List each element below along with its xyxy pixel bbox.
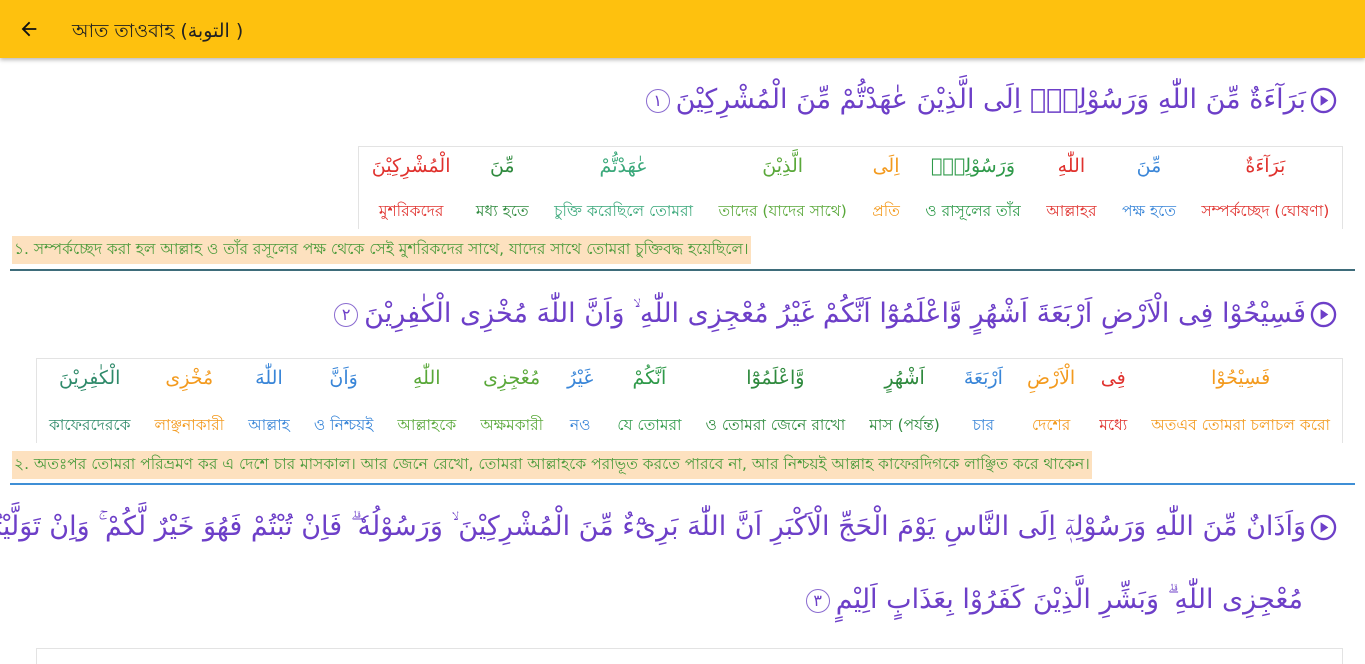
word-item[interactable]: اِلَى প্রতি	[860, 147, 913, 229]
word-item[interactable]: الْمُشْرِكِيْنَ মুশরিকদের	[359, 147, 463, 229]
word-arabic: مِّنَ	[489, 155, 515, 177]
word-arabic: وَّاعْلَمُوْٓا	[746, 367, 805, 389]
app-bar: আত তাওবাহ (التوبة )	[0, 0, 1365, 58]
word-meaning: ও তোমরা জেনে রাখো	[705, 416, 846, 434]
play-circle-icon	[1310, 87, 1337, 114]
word-arabic: الَّذِيْنَ	[762, 155, 804, 177]
word-item[interactable]: فِى মধ্যে	[1087, 359, 1139, 443]
word-arabic: اَنَّكُمْ	[632, 367, 667, 389]
word-meaning: মুশরিকদের	[378, 202, 444, 220]
word-meaning: তাদের (যাদের সাথে)	[718, 202, 847, 220]
word-arabic: بَرَآءَةٌ	[1245, 155, 1286, 177]
word-item[interactable]: مُخْزِى লাঞ্ছনাকারী	[142, 359, 236, 443]
word-item[interactable]: اللّٰهَ আল্লাহ	[236, 359, 302, 443]
ayah-3-arabic-row-1: وَاَذَانٌ مِّنَ اللّٰهِ وَرَسُوْلِهٖٓ اِ…	[0, 511, 1337, 543]
word-item[interactable]: وَرَسُوْلِهٖٓ ও রাসূলের তাঁর	[913, 147, 1034, 229]
ayah-3-number: ٣	[805, 588, 830, 613]
ayah-1-text: بَرَآءَةٌ مِّنَ اللّٰهِ وَرَسُوْلِهٖٓ اِ…	[675, 84, 1306, 115]
word-item[interactable]: غَيْرُ নও	[555, 359, 605, 443]
word-meaning: অতএব তোমরা চলাচল করো	[1151, 416, 1330, 434]
ayah-2-word-by-word: فَسِيْحُوْا অতএব তোমরা চলাচল করো فِى মধ্যে ا…	[36, 358, 1343, 443]
word-item[interactable]: بَرَآءَةٌ সম্পর্কচ্ছেদ (ঘোষণা)	[1189, 147, 1342, 229]
word-arabic: مُعْجِزِى	[483, 367, 541, 389]
word-meaning: আল্লাহকে	[397, 416, 457, 434]
word-meaning: মধ্যে	[1099, 416, 1128, 434]
ayah-2-translation: ২. অতঃপর তোমরা পরিভ্রমণ কর এ দেশে চার মা…	[12, 451, 1092, 479]
ayah-1-translation: ১. সম্পর্কচ্ছেদ করা হল আল্লাহ ও তাঁর রসূ…	[12, 236, 751, 264]
word-arabic: مِّنَ	[1136, 155, 1162, 177]
word-arabic: الْمُشْرِكِيْنَ	[371, 155, 451, 177]
ayah-2-number: ٢	[334, 302, 359, 327]
word-arabic: اللّٰهِ	[1057, 155, 1086, 177]
play-circle-icon	[1310, 301, 1337, 328]
word-arabic: وَاَنَّ	[329, 367, 358, 389]
word-meaning: দেশের	[1031, 416, 1071, 434]
word-item[interactable]: الَّذِيْنَ তাদের (যাদের সাথে)	[706, 147, 860, 229]
play-ayah-2-button[interactable]	[1310, 301, 1337, 328]
ayah-3-text-line-1: وَاَذَانٌ مِّنَ اللّٰهِ وَرَسُوْلِهٖٓ اِ…	[0, 511, 1306, 542]
word-item[interactable]: مِّنَ মধ্য হতে	[463, 147, 541, 229]
play-ayah-3-button[interactable]	[1310, 514, 1337, 541]
word-arabic: فَسِيْحُوْا	[1211, 367, 1271, 389]
ayah-2-text: فَسِيْحُوْا فِى الْاَرْضِ اَرْبَعَةَ اَش…	[364, 298, 1306, 329]
ayah-2-arabic-row: فَسِيْحُوْا فِى الْاَرْضِ اَرْبَعَةَ اَش…	[334, 298, 1337, 330]
word-item[interactable]: اللّٰهِ আল্লাহর	[1034, 147, 1110, 229]
word-item[interactable]: مِّنَ পক্ষ হতে	[1109, 147, 1188, 229]
ayah-3-text-line-2: مُعْجِزِى اللّٰهِ ۗ وَبَشِّرِ الَّذِيْنَ…	[835, 584, 1303, 615]
word-item[interactable]: مُعْجِزِى অক্ষমকারী	[468, 359, 555, 443]
word-arabic: اِلَى	[872, 155, 900, 177]
word-meaning: লাঞ্ছনাকারী	[154, 416, 225, 434]
word-meaning: আল্লাহর	[1046, 202, 1097, 220]
word-item[interactable]: الْكٰفِرِيْنَ কাফেরদেরকে	[37, 359, 142, 443]
word-meaning: প্রতি	[872, 202, 900, 220]
word-arabic: اللّٰهَ	[255, 367, 283, 389]
word-arabic: اَرْبَعَةَ	[963, 367, 1003, 389]
word-item[interactable]: اَنَّكُمْ যে তোমরা	[605, 359, 693, 443]
word-item[interactable]: وَاَنَّ ও নিশ্চয়ই	[302, 359, 386, 443]
word-arabic: فِى	[1100, 367, 1126, 389]
word-meaning: অক্ষমকারী	[480, 416, 544, 434]
word-arabic: اللّٰهِ	[413, 367, 441, 389]
word-meaning: যে তোমরা	[617, 416, 682, 434]
play-circle-icon	[1310, 514, 1337, 541]
word-meaning: সম্পর্কচ্ছেদ (ঘোষণা)	[1201, 202, 1330, 220]
ayah-3-word-by-word	[36, 648, 1343, 664]
word-meaning: চার	[972, 416, 995, 434]
word-meaning: আল্লাহ	[248, 416, 290, 434]
word-item[interactable]: اَرْبَعَةَ চার	[952, 359, 1015, 443]
word-meaning: পক্ষ হতে	[1121, 202, 1176, 220]
word-meaning: ও নিশ্চয়ই	[313, 416, 374, 434]
word-meaning: চুক্তি করেছিলে তোমরা	[554, 202, 694, 220]
play-ayah-1-button[interactable]	[1310, 87, 1337, 114]
word-item[interactable]: عٰهَدْتُّمْ চুক্তি করেছিলে তোমরা	[541, 147, 705, 229]
word-meaning: নও	[569, 416, 591, 434]
word-item[interactable]: الْاَرْضِ দেশের	[1015, 359, 1087, 443]
word-arabic: اَشْهُرٍ	[884, 367, 925, 389]
word-arabic: وَرَسُوْلِهٖٓ	[930, 155, 1016, 177]
back-button[interactable]	[14, 14, 44, 44]
ayah-3-arabic-row-2: مُعْجِزِى اللّٰهِ ۗ وَبَشِّرِ الَّذِيْنَ…	[805, 584, 1303, 616]
arrow-left-icon	[21, 21, 37, 37]
word-arabic: الْاَرْضِ	[1026, 367, 1076, 389]
word-item[interactable]: اَشْهُرٍ মাস (পর্যন্ত)	[857, 359, 952, 443]
word-meaning: কাফেরদেরকে	[49, 416, 131, 434]
word-arabic: مُخْزِى	[165, 367, 214, 389]
word-arabic: غَيْرُ	[567, 367, 594, 389]
word-item[interactable]: فَسِيْحُوْا অতএব তোমরা চলাচল করো	[1139, 359, 1342, 443]
ayah-1-number: ١	[645, 88, 670, 113]
ayah-divider	[10, 483, 1355, 485]
surah-title: আত তাওবাহ (التوبة )	[72, 20, 244, 42]
word-meaning: মধ্য হতে	[475, 202, 529, 220]
word-arabic: الْكٰفِرِيْنَ	[59, 367, 121, 389]
word-item[interactable]: وَّاعْلَمُوْٓا ও তোমরা জেনে রাখো	[693, 359, 857, 443]
ayah-list[interactable]: بَرَآءَةٌ مِّنَ اللّٰهِ وَرَسُوْلِهٖٓ اِ…	[0, 58, 1365, 664]
word-arabic: عٰهَدْتُّمْ	[599, 155, 648, 177]
ayah-1-word-by-word: بَرَآءَةٌ সম্পর্কচ্ছেদ (ঘোষণা) مِّنَ পক্ষ হ…	[358, 146, 1343, 229]
word-item[interactable]: اللّٰهِ আল্লাহকে	[385, 359, 468, 443]
word-meaning: ও রাসূলের তাঁর	[925, 202, 1021, 220]
ayah-1-arabic-row: بَرَآءَةٌ مِّنَ اللّٰهِ وَرَسُوْلِهٖٓ اِ…	[645, 84, 1337, 115]
ayah-divider	[10, 269, 1355, 271]
word-meaning: মাস (পর্যন্ত)	[869, 416, 940, 434]
